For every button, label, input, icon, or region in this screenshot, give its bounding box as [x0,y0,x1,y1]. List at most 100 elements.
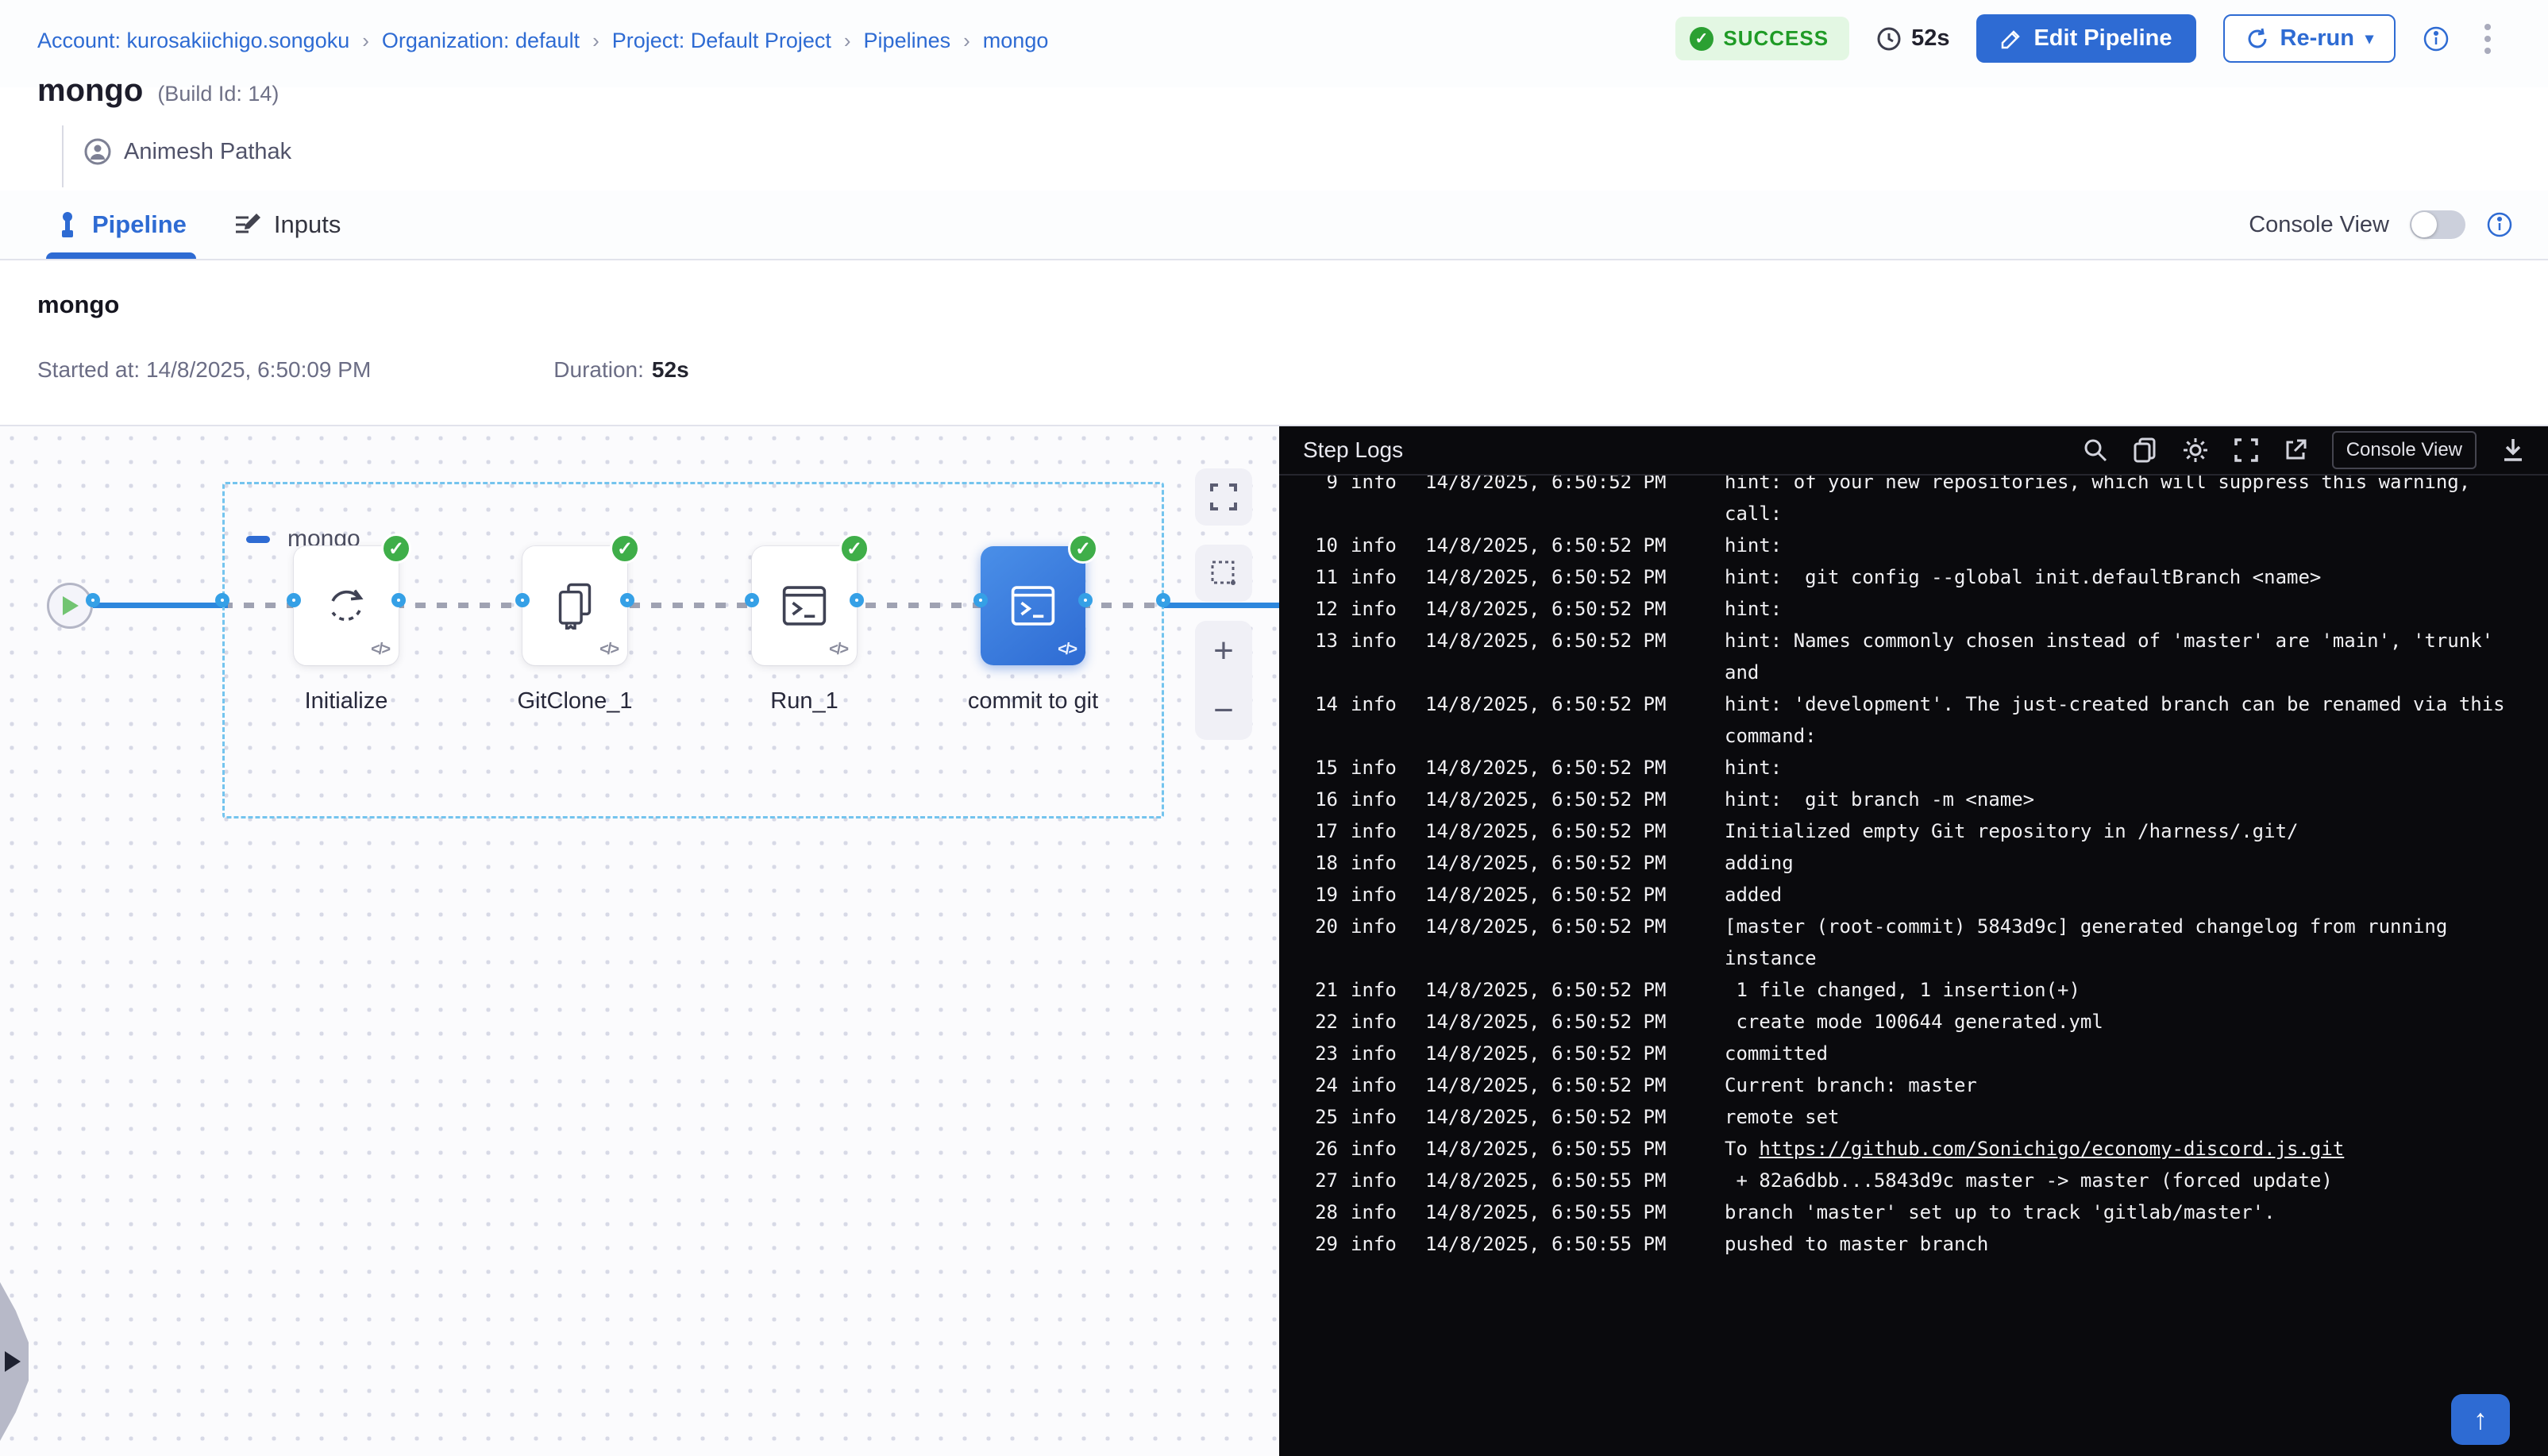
search-icon [2083,437,2108,463]
log-level: info [1338,784,1425,815]
log-repo-link[interactable]: https://github.com/Sonichigo/economy-dis… [1759,1138,2344,1160]
log-row: 9info14/8/2025, 6:50:52 PMhint: of your … [1279,476,2548,530]
log-search-button[interactable] [2083,437,2108,463]
user-avatar-icon [84,138,111,165]
log-line-number: 18 [1279,847,1338,879]
log-row: 12info14/8/2025, 6:50:52 PMhint: [1279,593,2548,625]
log-output[interactable]: 9info14/8/2025, 6:50:52 PMhint: of your … [1279,476,2548,1456]
edit-pipeline-button[interactable]: Edit Pipeline [1976,14,2195,63]
top-actions: ✓ SUCCESS 52s Edit Pipeline Re-run ▾ [1675,14,2499,63]
tab-inputs[interactable]: Inputs [234,191,341,259]
scroll-to-top-button[interactable]: ↑ [2451,1394,2510,1445]
log-level: info [1338,815,1425,847]
log-message: To https://github.com/Sonichigo/economy-… [1725,1133,2548,1165]
log-copy-button[interactable] [2132,437,2157,464]
log-line-number: 11 [1279,561,1338,593]
tab-inputs-label: Inputs [274,210,341,239]
log-open-new-tab-button[interactable] [2283,437,2308,463]
breadcrumb-link[interactable]: Organization: default [382,29,580,53]
expand-left-panel-handle[interactable] [0,1282,29,1441]
connector-port [620,593,634,607]
arrow-up-icon: ↑ [2473,1403,2488,1436]
log-level: info [1338,752,1425,784]
collapse-stage-icon[interactable] [246,536,270,543]
log-download-button[interactable] [2500,437,2526,464]
step-node-gitclone_1[interactable]: </>✓ [522,546,627,665]
log-row: 17info14/8/2025, 6:50:52 PMInitialized e… [1279,815,2548,847]
step-node-initialize[interactable]: </>✓ [294,546,399,665]
tab-pipeline[interactable]: Pipeline [56,191,187,259]
terminal-icon [781,583,828,629]
pipeline-canvas[interactable]: mongo </>✓Initialize</>✓GitClone_1</>✓Ru… [0,426,1279,1456]
step-node-commit-to-git[interactable]: </>✓ [981,546,1085,665]
breadcrumb: Account: kurosakiichigo.songoku›Organiza… [37,29,1048,53]
info-icon[interactable] [2423,25,2450,52]
run-duration-value: 52s [652,357,689,383]
step-success-badge: ✓ [1068,533,1098,564]
log-timestamp: 14/8/2025, 6:50:52 PM [1425,476,1725,530]
log-fullscreen-button[interactable] [2234,437,2259,463]
canvas-fullscreen-button[interactable] [1195,468,1252,526]
expand-icon [2234,437,2259,463]
step-logs-title: Step Logs [1303,437,1403,463]
author-name: Animesh Pathak [124,139,291,165]
connector-port [850,593,864,607]
play-icon [60,595,80,617]
log-line-number: 29 [1279,1228,1338,1260]
pipeline-start-node[interactable] [47,583,93,629]
breadcrumb-link[interactable]: Pipelines [864,29,951,53]
gear-icon [2181,436,2210,464]
log-level: info [1338,1101,1425,1133]
log-timestamp: 14/8/2025, 6:50:52 PM [1425,879,1725,911]
log-timestamp: 14/8/2025, 6:50:52 PM [1425,1038,1725,1069]
log-timestamp: 14/8/2025, 6:50:55 PM [1425,1165,1725,1196]
log-timestamp: 14/8/2025, 6:50:52 PM [1425,847,1725,879]
log-timestamp: 14/8/2025, 6:50:52 PM [1425,974,1725,1006]
pencil-icon [2000,28,2022,50]
breadcrumb-link[interactable]: mongo [983,29,1049,53]
git-clone-icon [553,582,597,630]
log-timestamp: 14/8/2025, 6:50:52 PM [1425,530,1725,561]
zoom-out-button[interactable]: − [1195,680,1252,740]
log-line-number: 20 [1279,911,1338,974]
console-view-toggle[interactable] [2410,210,2465,239]
canvas-select-button[interactable] [1195,545,1252,602]
log-line-number: 21 [1279,974,1338,1006]
zoom-in-button[interactable]: + [1195,621,1252,680]
step-label: commit to git [914,688,1152,715]
rerun-button[interactable]: Re-run ▾ [2223,14,2396,63]
log-message: hint: [1725,752,2548,784]
log-timestamp: 14/8/2025, 6:50:55 PM [1425,1196,1725,1228]
log-message: hint: of your new repositories, which wi… [1725,476,2548,530]
breadcrumb-link[interactable]: Project: Default Project [612,29,831,53]
step-node-run_1[interactable]: </>✓ [752,546,857,665]
log-line-number: 17 [1279,815,1338,847]
log-row: 15info14/8/2025, 6:50:52 PMhint: [1279,752,2548,784]
log-row: 16info14/8/2025, 6:50:52 PMhint: git bra… [1279,784,2548,815]
connector-port [1078,593,1093,607]
log-level: info [1338,847,1425,879]
console-view-button[interactable]: Console View [2332,431,2477,469]
tab-bar: Pipeline Inputs Console View [0,191,2548,260]
log-message: remote set [1725,1101,2548,1133]
log-level: info [1338,1006,1425,1038]
console-view-info-icon[interactable] [2486,211,2513,238]
canvas-controls: + − [1195,468,1252,740]
log-line-number: 26 [1279,1133,1338,1165]
log-message: [master (root-commit) 5843d9c] generated… [1725,911,2548,974]
inputs-icon [234,212,261,237]
pipeline-icon [56,211,79,238]
log-settings-button[interactable] [2181,436,2210,464]
log-level: info [1338,625,1425,688]
fullscreen-icon [1209,483,1238,511]
breadcrumb-link[interactable]: Account: kurosakiichigo.songoku [37,29,349,53]
tab-pipeline-label: Pipeline [92,210,187,239]
log-row: 24info14/8/2025, 6:50:52 PMCurrent branc… [1279,1069,2548,1101]
step-success-badge: ✓ [610,533,640,564]
connector-port [215,593,229,607]
more-options-menu[interactable] [2477,19,2499,59]
log-timestamp: 14/8/2025, 6:50:52 PM [1425,752,1725,784]
log-line-number: 10 [1279,530,1338,561]
canvas-zoom-controls: + − [1195,621,1252,740]
marquee-select-icon [1209,559,1238,587]
